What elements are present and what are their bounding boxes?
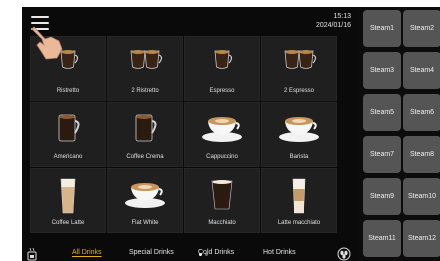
steam-button[interactable]: Steam11 xyxy=(363,220,401,257)
steam-button[interactable]: Steam5 xyxy=(363,94,401,131)
drink-label: Coffee Latte xyxy=(51,220,85,226)
clock: 15:13 2024/01/16 xyxy=(316,12,351,30)
coffee-machine-icon[interactable] xyxy=(26,247,38,261)
drink-label: Barista xyxy=(289,154,309,160)
drink-label: Americano xyxy=(53,154,83,160)
drink-tile[interactable]: Latte macchiato xyxy=(261,168,337,233)
drink-label: Macchiato xyxy=(208,220,236,226)
steam-button[interactable]: Steam12 xyxy=(403,220,440,257)
steam-button[interactable]: Steam3 xyxy=(363,52,401,89)
steam-button[interactable]: Steam7 xyxy=(363,136,401,173)
category-cold-drinks[interactable]: Cold Drinks xyxy=(198,249,234,256)
drink-label: Latte macchiato xyxy=(277,220,321,226)
drink-tile[interactable]: 2 Ristretto xyxy=(107,36,183,101)
category-special-drinks[interactable]: Special Drinks xyxy=(129,249,174,256)
drink-tile[interactable]: Macchiato xyxy=(184,168,260,233)
drink-tile[interactable]: Coffee Crema xyxy=(107,102,183,167)
pointing-hand-icon xyxy=(31,26,63,60)
drink-label: Espresso xyxy=(209,88,235,94)
steam-button[interactable]: Steam2 xyxy=(403,10,440,47)
drink-tile[interactable]: Espresso xyxy=(184,36,260,101)
drink-tile[interactable]: Coffee Latte xyxy=(30,168,106,233)
drink-tile[interactable]: Americano xyxy=(30,102,106,167)
drink-label: Coffee Crema xyxy=(126,154,164,160)
drink-panel: 15:13 2024/01/16 Ristretto 2 Ristretto E… xyxy=(22,7,359,261)
steam-button[interactable]: Steam4 xyxy=(403,52,440,89)
drink-tile[interactable]: Barista xyxy=(261,102,337,167)
steam-button[interactable]: Steam6 xyxy=(403,94,440,131)
time-text: 15:13 xyxy=(333,13,351,20)
drink-label: 2 Espresso xyxy=(283,88,314,94)
steam-button[interactable]: Steam8 xyxy=(403,136,440,173)
category-bar: All Drinks Special Drinks Cold Drinks Ho… xyxy=(22,247,359,261)
drink-label: Flat White xyxy=(131,220,159,226)
drink-tile[interactable]: Flat White xyxy=(107,168,183,233)
drink-grid: Ristretto 2 Ristretto Espresso 2 Espress… xyxy=(30,36,356,233)
category-hot-drinks[interactable]: Hot Drinks xyxy=(263,249,296,256)
steam-button[interactable]: Steam10 xyxy=(403,178,440,215)
drink-tile[interactable]: Cappuccino xyxy=(184,102,260,167)
coffee-beans-icon[interactable] xyxy=(337,247,351,261)
drink-label: Cappuccino xyxy=(206,154,238,160)
steam-button[interactable]: Steam9 xyxy=(363,178,401,215)
coffee-machine-screen: 15:13 2024/01/16 Ristretto 2 Ristretto E… xyxy=(22,7,440,261)
category-all-drinks[interactable]: All Drinks xyxy=(72,249,102,256)
date-text: 2024/01/16 xyxy=(315,22,351,29)
drink-tile[interactable]: 2 Espresso xyxy=(261,36,337,101)
drink-label: 2 Ristretto xyxy=(131,88,159,94)
steam-button[interactable]: Steam1 xyxy=(363,10,401,47)
steam-buttons: Steam1 Steam2 Steam3 Steam4 Steam5 Steam6 Stea… xyxy=(363,7,440,261)
drink-label: Ristretto xyxy=(56,88,80,94)
